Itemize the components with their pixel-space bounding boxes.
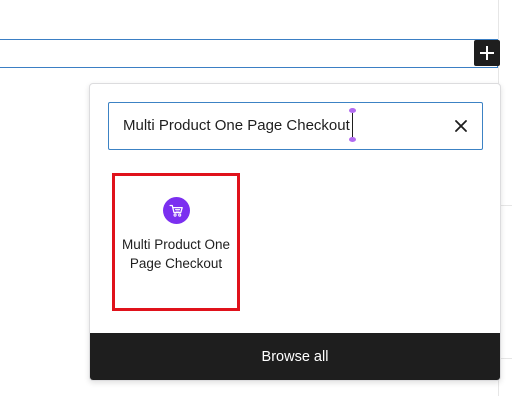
block-icon-badge xyxy=(162,197,190,224)
block-inserter-button[interactable] xyxy=(474,40,500,66)
selected-block-outline[interactable] xyxy=(0,39,498,68)
clear-search-button[interactable] xyxy=(450,115,472,137)
selection-handle-top[interactable] xyxy=(349,108,356,113)
search-field[interactable] xyxy=(108,102,483,150)
block-inserter-popover: Multi Product One Page Checkout Browse a… xyxy=(89,83,501,381)
close-icon xyxy=(455,120,467,132)
search-input[interactable] xyxy=(123,103,433,148)
text-caret xyxy=(352,113,353,137)
cart-icon xyxy=(168,204,183,217)
block-result-title: Multi Product One Page Checkout xyxy=(121,237,231,271)
selection-handle-bottom[interactable] xyxy=(349,137,356,142)
browse-all-button[interactable]: Browse all xyxy=(90,333,500,380)
block-result-multi-product-checkout[interactable]: Multi Product One Page Checkout xyxy=(112,173,240,311)
editor-canvas: Multi Product One Page Checkout Browse a… xyxy=(0,0,512,396)
plus-icon xyxy=(480,46,494,60)
